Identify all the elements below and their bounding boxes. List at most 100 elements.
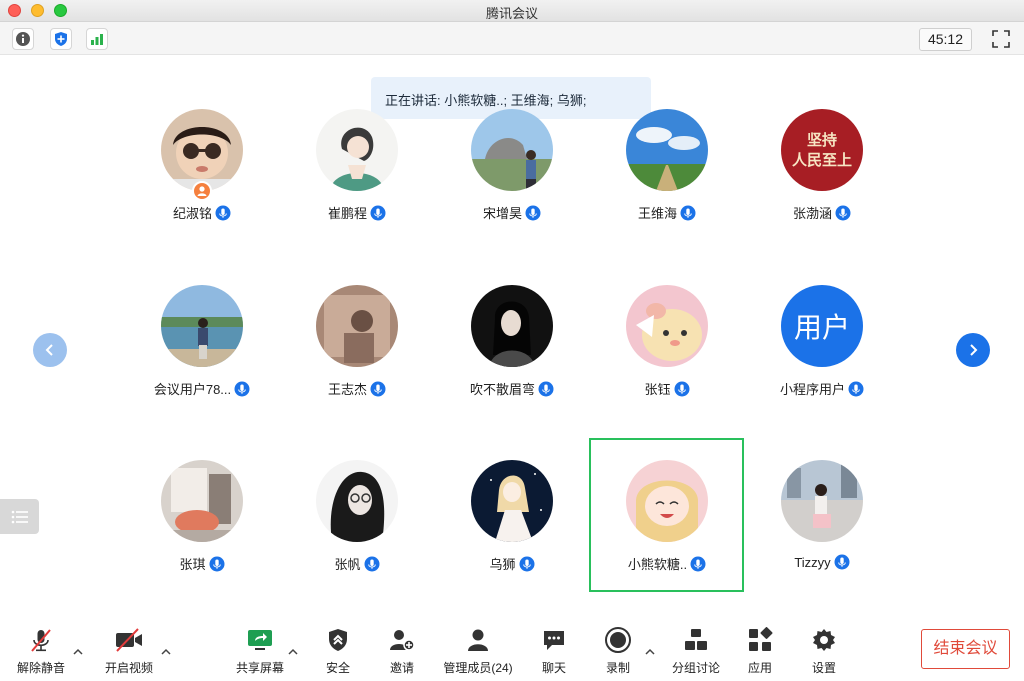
members-icon — [463, 625, 493, 655]
avatar: 坚持 人民至上 — [781, 109, 863, 191]
participant-name: 张钰 — [587, 379, 747, 400]
security-shield-icon[interactable] — [50, 28, 72, 50]
info-icon[interactable] — [12, 28, 34, 50]
chevron-right-icon — [970, 344, 978, 356]
top-toolbar: 45:12 — [0, 22, 1024, 55]
avatar — [316, 285, 398, 367]
participant-tile[interactable]: 小熊软糖.. — [587, 460, 747, 610]
meeting-timer: 45:12 — [919, 28, 972, 51]
chat-button[interactable]: 聊天 — [534, 615, 574, 677]
breakout-rooms-icon — [681, 625, 711, 655]
participant-tile[interactable]: 张帆 — [277, 460, 437, 610]
security-button[interactable]: 安全 — [318, 615, 358, 677]
avatar — [316, 109, 398, 191]
microphone-icon — [364, 556, 380, 575]
participant-tile[interactable]: 坚持人民至上 张渤涵 — [742, 109, 902, 259]
svg-text:坚持: 坚持 — [807, 131, 837, 149]
participant-tile[interactable]: 乌狮 — [432, 460, 592, 610]
title-bar: 腾讯会议 — [0, 0, 1024, 22]
participant-name: 纪淑铭 — [122, 203, 282, 224]
microphone-icon — [835, 205, 851, 224]
avatar — [161, 109, 243, 191]
share-screen-button[interactable]: 共享屏幕 — [233, 615, 287, 677]
side-panel-toggle[interactable] — [0, 499, 39, 534]
participant-name: 小程序用户 — [742, 379, 902, 400]
network-signal-icon[interactable] — [86, 28, 108, 50]
participant-name: 张帆 — [277, 554, 437, 575]
settings-button[interactable]: 设置 — [804, 615, 844, 677]
apps-button[interactable]: 应用 — [740, 615, 780, 677]
share-screen-icon — [245, 625, 275, 655]
participant-tile[interactable]: 张钰 — [587, 285, 747, 435]
participant-tile[interactable]: Tizzyy — [742, 460, 902, 610]
start-video-button[interactable]: 开启视频 — [102, 615, 156, 677]
record-button[interactable]: 录制 — [598, 615, 638, 677]
avatar — [626, 109, 708, 191]
participant-tile[interactable]: 崔鹏程 — [277, 109, 437, 259]
participant-name: 会议用户78... — [122, 379, 282, 400]
chevron-left-icon — [45, 344, 53, 356]
microphone-icon — [538, 381, 554, 400]
avatar — [471, 460, 553, 542]
microphone-icon — [690, 556, 706, 575]
svg-text:人民至上: 人民至上 — [792, 151, 852, 169]
breakout-rooms-button[interactable]: 分组讨论 — [668, 615, 724, 677]
microphone-icon — [680, 205, 696, 224]
invite-button[interactable]: 邀请 — [382, 615, 422, 677]
avatar — [471, 109, 553, 191]
participant-name: 崔鹏程 — [277, 203, 437, 224]
participant-tile[interactable]: 会议用户78... — [122, 285, 282, 435]
participant-name: 乌狮 — [432, 554, 592, 575]
participant-tile[interactable]: 宋增昊 — [432, 109, 592, 259]
chat-bubble-icon — [539, 625, 569, 655]
participant-tile[interactable]: 张琪 — [122, 460, 282, 610]
chevron-up-icon[interactable] — [287, 647, 299, 657]
microphone-icon — [519, 556, 535, 575]
participant-tile[interactable]: 王维海 — [587, 109, 747, 259]
host-badge-icon — [192, 181, 212, 201]
chevron-up-icon[interactable] — [72, 647, 84, 657]
end-meeting-button[interactable]: 结束会议 — [921, 629, 1010, 669]
microphone-icon — [370, 205, 386, 224]
avatar — [781, 460, 863, 542]
add-user-icon — [387, 625, 417, 655]
list-icon — [11, 510, 28, 523]
bottom-toolbar: 解除静音 开启视频 共享屏幕 安全 邀请 管理成员(24) 聊天 录制 分组讨论… — [0, 615, 1024, 681]
participant-name: 张琪 — [122, 554, 282, 575]
microphone-icon — [674, 381, 690, 400]
unmute-button[interactable]: 解除静音 — [14, 615, 68, 677]
avatar — [161, 285, 243, 367]
avatar — [626, 460, 708, 542]
avatar — [161, 460, 243, 542]
shield-icon — [323, 625, 353, 655]
participant-name: 王维海 — [587, 203, 747, 224]
next-page-button[interactable] — [956, 333, 990, 367]
apps-grid-icon — [745, 625, 775, 655]
chevron-up-icon[interactable] — [644, 647, 656, 657]
meeting-window: 腾讯会议 45:12 正在讲话: 小熊软糖..; 王维海; 乌狮; 纪淑铭 崔鹏… — [0, 0, 1024, 681]
microphone-icon — [234, 381, 250, 400]
record-icon — [603, 625, 633, 655]
chevron-up-icon[interactable] — [160, 647, 172, 657]
previous-page-button[interactable] — [33, 333, 67, 367]
microphone-icon — [525, 205, 541, 224]
fullscreen-icon[interactable] — [990, 28, 1012, 50]
manage-members-button[interactable]: 管理成员(24) — [438, 615, 518, 677]
participant-name: 张渤涵 — [742, 203, 902, 224]
participant-tile[interactable]: 用户 小程序用户 — [742, 285, 902, 435]
avatar — [626, 285, 708, 367]
microphone-muted-icon — [26, 625, 56, 655]
participant-name: 吹不散眉弯 — [432, 379, 592, 400]
participant-name: 小熊软糖.. — [587, 554, 747, 575]
microphone-icon — [209, 556, 225, 575]
gear-icon — [809, 625, 839, 655]
participant-name: Tizzyy — [742, 554, 902, 573]
participant-tile[interactable]: 纪淑铭 — [122, 109, 282, 259]
microphone-icon — [848, 381, 864, 400]
participant-tile[interactable]: 王志杰 — [277, 285, 437, 435]
window-title: 腾讯会议 — [485, 6, 538, 21]
microphone-icon — [834, 554, 850, 573]
avatar — [471, 285, 553, 367]
participant-tile[interactable]: 吹不散眉弯 — [432, 285, 592, 435]
participant-name: 王志杰 — [277, 379, 437, 400]
